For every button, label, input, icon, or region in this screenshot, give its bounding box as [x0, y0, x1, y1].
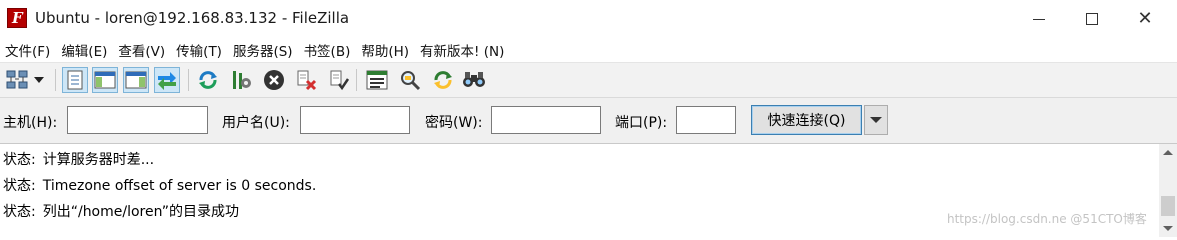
- minimize-button[interactable]: [1016, 0, 1062, 38]
- menu-edit[interactable]: 编辑(E): [61, 40, 107, 60]
- host-input[interactable]: [67, 106, 208, 134]
- host-label: 主机(H):: [3, 115, 58, 131]
- menu-help[interactable]: 帮助(H): [361, 40, 409, 60]
- refresh-icon[interactable]: [195, 67, 221, 93]
- toggle-local-tree-icon[interactable]: [92, 67, 118, 93]
- toolbar-separator: [55, 69, 56, 91]
- site-manager-icon[interactable]: [4, 67, 30, 93]
- toolbar-separator: [188, 69, 189, 91]
- watermark: https://blog.csdn.ne @51CTO博客: [947, 212, 1147, 226]
- menu-new-version[interactable]: 有新版本! (N): [420, 40, 504, 60]
- log-line: 状态: 列出“/home/loren”的目录成功: [3, 201, 239, 221]
- quickconnect-bar: 主机(H): 用户名(U): 密码(W): 端口(P): 快速连接(Q): [0, 97, 1177, 144]
- maximize-button[interactable]: [1069, 0, 1115, 38]
- dropdown-arrow-icon[interactable]: [32, 67, 46, 93]
- port-label: 端口(P):: [615, 115, 668, 131]
- username-label: 用户名(U):: [222, 115, 290, 131]
- compare-directories-icon[interactable]: [397, 67, 423, 93]
- sync-browsing-icon[interactable]: [430, 67, 456, 93]
- scroll-thumb[interactable]: [1161, 196, 1175, 216]
- disconnect-icon[interactable]: [293, 67, 319, 93]
- chevron-down-icon: [870, 117, 882, 123]
- log-status: 状态:: [3, 152, 36, 168]
- minimize-icon: [1033, 18, 1045, 20]
- menu-server[interactable]: 服务器(S): [233, 40, 293, 60]
- password-label: 密码(W):: [425, 115, 483, 131]
- toolbar-separator: [356, 69, 357, 91]
- menu-bar: 文件(F) 编辑(E) 查看(V) 传输(T) 服务器(S) 书签(B) 帮助(…: [0, 38, 1177, 62]
- maximize-icon: [1086, 13, 1098, 25]
- log-line: 状态: 计算服务器时差...: [3, 149, 154, 169]
- title-bar: Ubuntu - loren@192.168.83.132 - FileZill…: [0, 0, 1177, 38]
- cancel-icon[interactable]: [261, 67, 287, 93]
- close-icon: ✕: [1137, 8, 1153, 29]
- menu-transfer[interactable]: 传输(T): [176, 40, 222, 60]
- scroll-up-icon[interactable]: [1163, 150, 1173, 155]
- toggle-message-log-icon[interactable]: [62, 67, 88, 93]
- close-button[interactable]: ✕: [1122, 0, 1168, 38]
- log-message: Timezone offset of server is 0 seconds.: [42, 178, 317, 194]
- password-input[interactable]: [491, 106, 601, 134]
- menu-view[interactable]: 查看(V): [118, 40, 165, 60]
- log-scrollbar[interactable]: [1159, 144, 1177, 237]
- scroll-down-icon[interactable]: [1163, 226, 1173, 231]
- port-input[interactable]: [676, 106, 736, 134]
- log-line: 状态: Timezone offset of server is 0 second…: [3, 175, 316, 195]
- log-status: 状态:: [3, 204, 36, 220]
- quickconnect-history-dropdown[interactable]: [864, 105, 888, 135]
- quickconnect-button[interactable]: 快速连接(Q): [751, 105, 862, 135]
- menu-bookmarks[interactable]: 书签(B): [304, 40, 351, 60]
- menu-file[interactable]: 文件(F): [5, 40, 50, 60]
- toolbar: [0, 62, 1177, 97]
- filezilla-icon: [7, 8, 27, 28]
- toggle-remote-tree-icon[interactable]: [123, 67, 149, 93]
- process-queue-icon[interactable]: [228, 67, 254, 93]
- directory-listing-filters-icon[interactable]: [364, 67, 390, 93]
- username-input[interactable]: [300, 106, 410, 134]
- log-status: 状态:: [3, 178, 36, 194]
- find-files-icon[interactable]: [461, 67, 487, 93]
- window-title: Ubuntu - loren@192.168.83.132 - FileZill…: [35, 9, 350, 27]
- log-message: 列出“/home/loren”的目录成功: [42, 204, 239, 220]
- reconnect-icon[interactable]: [326, 67, 352, 93]
- toggle-transfer-queue-icon[interactable]: [154, 67, 180, 93]
- log-message: 计算服务器时差...: [42, 152, 155, 168]
